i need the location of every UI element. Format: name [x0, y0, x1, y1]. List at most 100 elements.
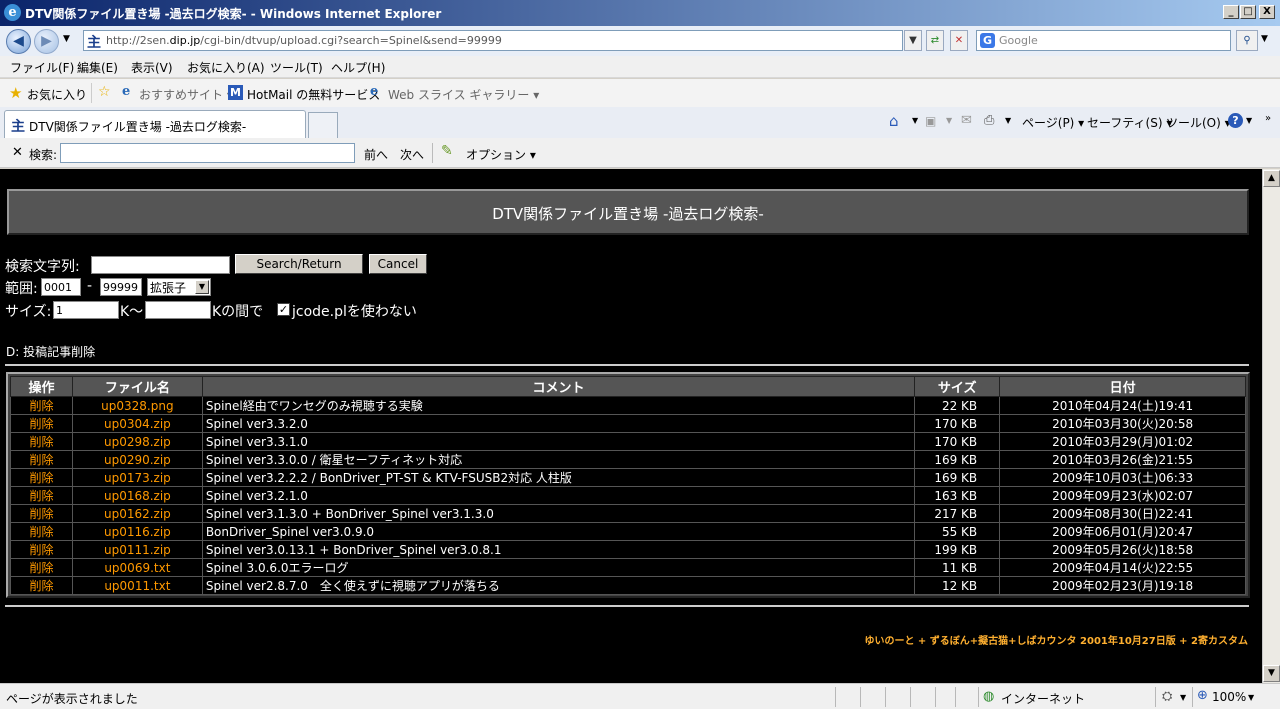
chevron-more-icon[interactable]: » — [1265, 113, 1271, 124]
forward-button[interactable]: ▶ — [34, 29, 59, 54]
find-input[interactable] — [60, 143, 355, 163]
add-favorite-icon[interactable]: ☆ — [98, 84, 111, 100]
protected-mode-icon[interactable]: ⛭ — [1162, 689, 1172, 704]
highlight-icon[interactable]: ✎ — [441, 143, 453, 159]
range-from-input[interactable] — [41, 278, 81, 296]
refresh-button[interactable]: ⇄ — [926, 30, 944, 51]
find-next-button[interactable]: 次へ — [400, 146, 424, 163]
home-icon[interactable]: ⌂ — [889, 112, 899, 130]
stop-button[interactable]: ✕ — [950, 30, 968, 51]
column-header-date: 日付 — [999, 376, 1246, 397]
fav-suggested-sites[interactable]: おすすめサイト ▾ — [139, 86, 233, 103]
cancel-button[interactable]: Cancel — [369, 254, 427, 274]
jcode-checkbox[interactable]: ✓ — [277, 303, 290, 316]
fav-web-slice-gallery[interactable]: Web スライス ギャラリー ▾ — [388, 86, 539, 103]
file-link[interactable]: up0290.zip — [71, 450, 203, 469]
chevron-down-icon[interactable]: ▼ — [1180, 693, 1186, 702]
close-find-icon[interactable]: ✕ — [12, 145, 23, 160]
search-button[interactable]: ⚲ — [1236, 30, 1258, 51]
delete-link[interactable]: 削除 — [10, 576, 73, 595]
menu-favorites[interactable]: お気に入り(A) — [187, 59, 265, 76]
back-button[interactable]: ◀ — [6, 29, 31, 54]
zoom-level[interactable]: 100% — [1212, 690, 1246, 704]
menu-edit[interactable]: 編集(E) — [77, 59, 118, 76]
delete-link[interactable]: 削除 — [10, 450, 73, 469]
sort-select[interactable]: 拡張子 ▼ — [147, 278, 211, 296]
print-dropdown-icon[interactable]: ▼ — [1005, 116, 1011, 125]
address-dropdown-button[interactable]: ▼ — [904, 30, 922, 51]
comment-cell: Spinel ver2.8.7.0 全く使えずに視聴アプリが落ちる — [201, 576, 916, 595]
delete-link[interactable]: 削除 — [10, 522, 73, 541]
size-cell: 169 KB — [914, 450, 1001, 469]
search-options-icon[interactable]: ▼ — [1261, 34, 1268, 44]
file-link[interactable]: up0168.zip — [71, 486, 203, 505]
file-link[interactable]: up0111.zip — [71, 540, 203, 559]
footer-credits[interactable]: ゆいのーと + ずるぼん+擬古猫+しばカウンタ 2001年10月27日版 + 2… — [864, 632, 1248, 647]
scroll-up-arrow-icon[interactable]: ▲ — [1263, 170, 1280, 187]
file-link[interactable]: up0011.txt — [71, 576, 203, 595]
file-link[interactable]: up0298.zip — [71, 432, 203, 451]
date-cell: 2009年06月01(月)20:47 — [999, 522, 1246, 541]
file-link[interactable]: up0173.zip — [71, 468, 203, 487]
scroll-down-arrow-icon[interactable]: ▼ — [1263, 665, 1280, 682]
find-options-button[interactable]: オプション ▾ — [466, 146, 536, 163]
feeds-dropdown-icon[interactable]: ▼ — [946, 116, 952, 125]
help-dropdown-icon[interactable]: ▼ — [1246, 116, 1252, 125]
close-button[interactable]: X — [1259, 5, 1275, 19]
fav-hotmail[interactable]: HotMail の無料サービス — [247, 86, 380, 103]
site-favicon-icon: 主 — [87, 35, 101, 51]
tab-row: 主 DTV関係ファイル置き場 -過去ログ検索- ⌂ ▼ ▣ ▼ ✉ ⎙ ▼ ペー… — [0, 107, 1280, 138]
history-dropdown-icon[interactable]: ▼ — [63, 34, 70, 44]
home-dropdown-icon[interactable]: ▼ — [912, 116, 918, 125]
favorites-button[interactable]: お気に入り — [27, 86, 87, 103]
address-bar[interactable]: 主 http://2sen.dip.jp/cgi-bin/dtvup/uploa… — [83, 30, 903, 51]
size-unit-k-from: K〜 — [120, 304, 144, 320]
web-search-input[interactable]: G Google — [976, 30, 1231, 51]
date-cell: 2009年10月03(土)06:33 — [999, 468, 1246, 487]
minimize-button[interactable]: _ — [1223, 5, 1239, 19]
file-link[interactable]: up0328.png — [71, 396, 203, 415]
delete-link[interactable]: 削除 — [10, 396, 73, 415]
find-prev-button[interactable]: 前へ — [364, 146, 388, 163]
file-table-frame: 操作 ファイル名 コメント サイズ 日付 削除 up0328.png Spinel経… — [6, 372, 1250, 598]
vertical-scrollbar[interactable]: ▲ ▼ — [1262, 169, 1280, 683]
search-string-input[interactable] — [91, 256, 230, 274]
delete-link[interactable]: 削除 — [10, 540, 73, 559]
table-header-row: 操作 ファイル名 コメント サイズ 日付 — [10, 376, 1246, 397]
file-link[interactable]: up0069.txt — [71, 558, 203, 577]
tab-active[interactable]: 主 DTV関係ファイル置き場 -過去ログ検索- — [4, 110, 306, 138]
delete-link[interactable]: 削除 — [10, 432, 73, 451]
msn-icon: M — [228, 85, 243, 100]
file-link[interactable]: up0162.zip — [71, 504, 203, 523]
range-to-input[interactable] — [100, 278, 142, 296]
menu-view[interactable]: 表示(V) — [131, 59, 173, 76]
delete-link[interactable]: 削除 — [10, 558, 73, 577]
tools-menu[interactable]: ツール(O) ▾ — [1166, 114, 1231, 131]
security-zone[interactable]: インターネット — [1001, 690, 1085, 707]
search-label: 検索文字列: — [5, 259, 80, 275]
file-link[interactable]: up0116.zip — [71, 522, 203, 541]
feeds-icon[interactable]: ▣ — [925, 114, 936, 128]
maximize-button[interactable]: □ — [1240, 5, 1256, 19]
delete-link[interactable]: 削除 — [10, 468, 73, 487]
delete-link[interactable]: 削除 — [10, 414, 73, 433]
size-min-input[interactable] — [53, 301, 119, 319]
size-max-input[interactable] — [145, 301, 211, 319]
zoom-dropdown-icon[interactable]: ▼ — [1248, 693, 1254, 702]
file-link[interactable]: up0304.zip — [71, 414, 203, 433]
print-icon[interactable]: ⎙ — [984, 113, 994, 128]
menu-file[interactable]: ファイル(F) — [10, 59, 74, 76]
menu-bar: ファイル(F) 編集(E) 表示(V) お気に入り(A) ツール(T) ヘルプ(… — [0, 56, 1280, 78]
divider — [910, 687, 911, 707]
menu-help[interactable]: ヘルプ(H) — [331, 59, 385, 76]
help-icon[interactable]: ? — [1228, 113, 1243, 128]
mail-icon[interactable]: ✉ — [961, 113, 972, 128]
page-menu[interactable]: ページ(P) ▾ — [1022, 114, 1084, 131]
delete-link[interactable]: 削除 — [10, 486, 73, 505]
safety-menu[interactable]: セーフティ(S) ▾ — [1087, 114, 1172, 131]
search-return-button[interactable]: Search/Return — [235, 254, 363, 274]
divider — [1192, 687, 1193, 707]
delete-link[interactable]: 削除 — [10, 504, 73, 523]
new-tab-button[interactable] — [308, 112, 338, 138]
menu-tools[interactable]: ツール(T) — [270, 59, 323, 76]
